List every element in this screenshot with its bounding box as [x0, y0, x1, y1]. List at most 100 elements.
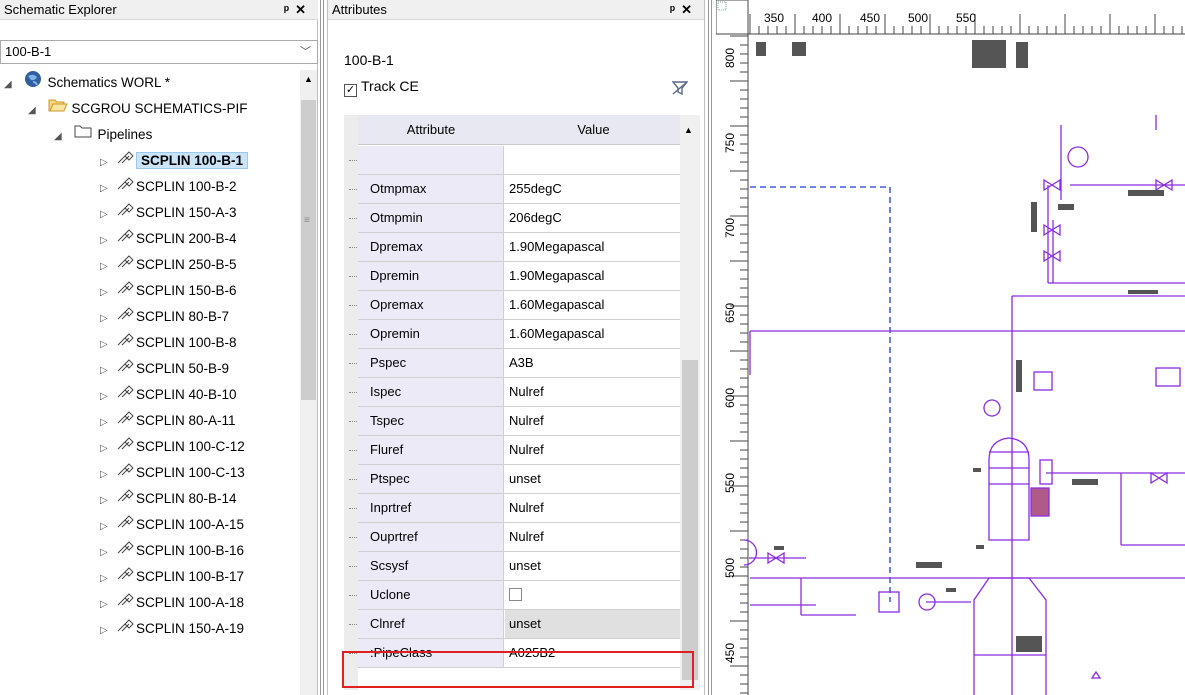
expand-arrow-icon[interactable]: ▷ — [100, 358, 116, 384]
attribute-row[interactable]: Opremax 1.60Megapascal — [349, 291, 682, 320]
expand-arrow-icon[interactable]: ▷ — [100, 228, 116, 254]
attribute-value[interactable]: 206degC — [505, 204, 682, 232]
tree-root-node[interactable]: ◢ Schematics WORL * — [4, 70, 170, 96]
expand-arrow-icon[interactable]: ▷ — [100, 540, 116, 566]
splitter[interactable] — [707, 0, 713, 695]
tree-item-pipeline[interactable]: ▷ SCPLIN 200-B-4 — [100, 226, 237, 252]
attribute-row[interactable]: Pspec A3B — [349, 349, 682, 378]
attribute-value[interactable]: Nulref — [505, 523, 682, 551]
attribute-value[interactable]: 1.90Megapascal — [505, 233, 682, 261]
attribute-value[interactable]: Nulref — [505, 436, 682, 464]
attribute-value[interactable]: unset — [505, 552, 682, 580]
tree-item-pipeline[interactable]: ▷ SCPLIN 150-A-3 — [100, 200, 237, 226]
tree-item-pipeline[interactable]: ▷ SCPLIN 100-B-17 — [100, 564, 244, 590]
tree-item-pipeline[interactable]: ▷ SCPLIN 50-B-9 — [100, 356, 229, 382]
attribute-value[interactable]: A3B — [505, 349, 682, 377]
scrollbar-thumb[interactable] — [301, 100, 316, 400]
close-icon[interactable]: ✕ — [681, 2, 698, 17]
attribute-row[interactable]: Ptspec unset — [349, 465, 682, 494]
schematic-drawing-canvas[interactable]: 350 400 450 500 550 800 750 700 650 600 550 500 450 — [716, 0, 1185, 695]
attribute-value[interactable]: Nulref — [505, 494, 682, 522]
attribute-row[interactable]: Uclone — [349, 581, 682, 610]
track-ce-checkbox[interactable]: ✓ Track CE — [344, 78, 419, 97]
attribute-value[interactable]: Nulref — [505, 407, 682, 435]
filter-off-icon[interactable] — [671, 80, 689, 100]
expand-arrow-icon[interactable]: ▷ — [100, 384, 116, 410]
scroll-up-icon[interactable]: ▲ — [684, 125, 693, 135]
tree-item-pipeline[interactable]: ▷ SCPLIN 80-B-14 — [100, 486, 237, 512]
expand-arrow-icon[interactable]: ▷ — [100, 462, 116, 488]
tree-item-pipeline[interactable]: ▷ SCPLIN 80-A-11 — [100, 408, 236, 434]
tree-item-pipeline[interactable]: ▷ SCPLIN 100-B-2 — [100, 174, 237, 200]
expand-arrow-icon[interactable]: ▷ — [100, 280, 116, 306]
tree-item-pipeline[interactable]: ▷ SCPLIN 100-C-12 — [100, 434, 245, 460]
expand-arrow-icon[interactable]: ▷ — [100, 488, 116, 514]
expand-arrow-icon[interactable]: ▷ — [100, 202, 116, 228]
tree-item-pipeline[interactable]: ▷ SCPLIN 100-C-13 — [100, 460, 245, 486]
scroll-up-icon[interactable]: ▲ — [300, 74, 317, 84]
attribute-row[interactable]: Clnref unset — [349, 610, 682, 639]
attribute-row[interactable]: Dpremax 1.90Megapascal — [349, 233, 682, 262]
uclone-checkbox[interactable] — [509, 588, 522, 601]
checkbox-box[interactable]: ✓ — [344, 84, 357, 97]
attribute-row[interactable]: Ouprtref Nulref — [349, 523, 682, 552]
explorer-filter-combo[interactable]: 100-B-1 ﹀ — [0, 40, 318, 64]
tree-item-pipeline[interactable]: ▷ SCPLIN 250-B-5 — [100, 252, 237, 278]
splitter[interactable] — [319, 0, 325, 695]
attribute-value[interactable]: 255degC — [505, 175, 682, 203]
tree-item-pipeline[interactable]: ▷ SCPLIN 150-B-6 — [100, 278, 237, 304]
explorer-scrollbar[interactable]: ▲ ≡ — [300, 70, 317, 695]
tree-item-pipeline[interactable]: ▷ SCPLIN 40-B-10 — [100, 382, 237, 408]
pin-icon[interactable]: ᵖ — [670, 2, 681, 17]
grid-scrollbar[interactable]: ▲ — [680, 115, 700, 690]
expand-arrow-icon[interactable]: ▷ — [100, 176, 116, 202]
attribute-row[interactable]: Ispec Nulref — [349, 378, 682, 407]
tree-pipelines-node[interactable]: ◢ Pipelines — [54, 122, 152, 148]
attribute-row[interactable]: Scsysf unset — [349, 552, 682, 581]
tree-item-pipeline[interactable]: ▷ SCPLIN 100-B-16 — [100, 538, 244, 564]
attribute-value[interactable]: unset — [505, 465, 682, 493]
expand-arrow-icon[interactable]: ▷ — [100, 150, 116, 176]
collapse-arrow-icon[interactable]: ◢ — [54, 124, 70, 150]
expand-arrow-icon[interactable]: ▷ — [100, 332, 116, 358]
tree-item-pipeline[interactable]: ▷ SCPLIN 100-A-18 — [100, 590, 244, 616]
attribute-value[interactable] — [505, 581, 682, 609]
collapse-arrow-icon[interactable]: ◢ — [28, 98, 44, 124]
attribute-row[interactable]: Inprtref Nulref — [349, 494, 682, 523]
column-header-attribute[interactable]: Attribute — [358, 115, 504, 145]
attribute-row[interactable]: Dpremin 1.90Megapascal — [349, 262, 682, 291]
expand-arrow-icon[interactable]: ▷ — [100, 566, 116, 592]
attribute-row[interactable]: Otmpmax 255degC — [349, 175, 682, 204]
expand-arrow-icon[interactable]: ▷ — [100, 592, 116, 618]
attribute-value[interactable]: 1.90Megapascal — [505, 262, 682, 290]
schematic-drawing[interactable]: 350 400 450 500 550 800 750 700 650 600 550 500 450 — [716, 0, 1185, 695]
attribute-row[interactable]: Otmpmin 206degC — [349, 204, 682, 233]
column-header-value[interactable]: Value — [505, 115, 682, 145]
attribute-value[interactable]: unset — [505, 610, 682, 638]
attribute-row[interactable]: Tspec Nulref — [349, 407, 682, 436]
expand-arrow-icon[interactable]: ▷ — [100, 306, 116, 332]
attribute-row[interactable]: Fluref Nulref — [349, 436, 682, 465]
chevron-down-icon[interactable]: ﹀ — [300, 41, 311, 63]
collapse-arrow-icon[interactable]: ◢ — [4, 72, 20, 98]
expand-arrow-icon[interactable]: ▷ — [100, 254, 116, 280]
attribute-value[interactable]: 1.60Megapascal — [505, 291, 682, 319]
tree-item-pipeline[interactable]: ▷ SCPLIN 100-A-15 — [100, 512, 244, 538]
tree-group-node[interactable]: ◢ SCGROU SCHEMATICS-PIF — [28, 96, 248, 122]
attribute-row[interactable] — [349, 146, 682, 175]
attribute-value[interactable]: 1.60Megapascal — [505, 320, 682, 348]
attribute-row[interactable]: Opremin 1.60Megapascal — [349, 320, 682, 349]
expand-arrow-icon[interactable]: ▷ — [100, 618, 116, 644]
scrollbar-thumb[interactable] — [682, 360, 698, 680]
expand-arrow-icon[interactable]: ▷ — [100, 514, 116, 540]
attribute-value[interactable] — [505, 146, 682, 174]
tree-item-pipeline[interactable]: ▷ SCPLIN 100-B-8 — [100, 330, 237, 356]
tree-item-pipeline[interactable]: ▷ SCPLIN 150-A-19 — [100, 616, 244, 642]
expand-arrow-icon[interactable]: ▷ — [100, 436, 116, 462]
pin-icon[interactable]: ᵖ — [284, 2, 295, 17]
tree-item-pipeline[interactable]: ▷ SCPLIN 100-B-1 — [100, 148, 249, 176]
tree-item-pipeline[interactable]: ▷ SCPLIN 80-B-7 — [100, 304, 229, 330]
close-icon[interactable]: ✕ — [295, 2, 312, 17]
expand-arrow-icon[interactable]: ▷ — [100, 410, 116, 436]
attribute-value[interactable]: Nulref — [505, 378, 682, 406]
